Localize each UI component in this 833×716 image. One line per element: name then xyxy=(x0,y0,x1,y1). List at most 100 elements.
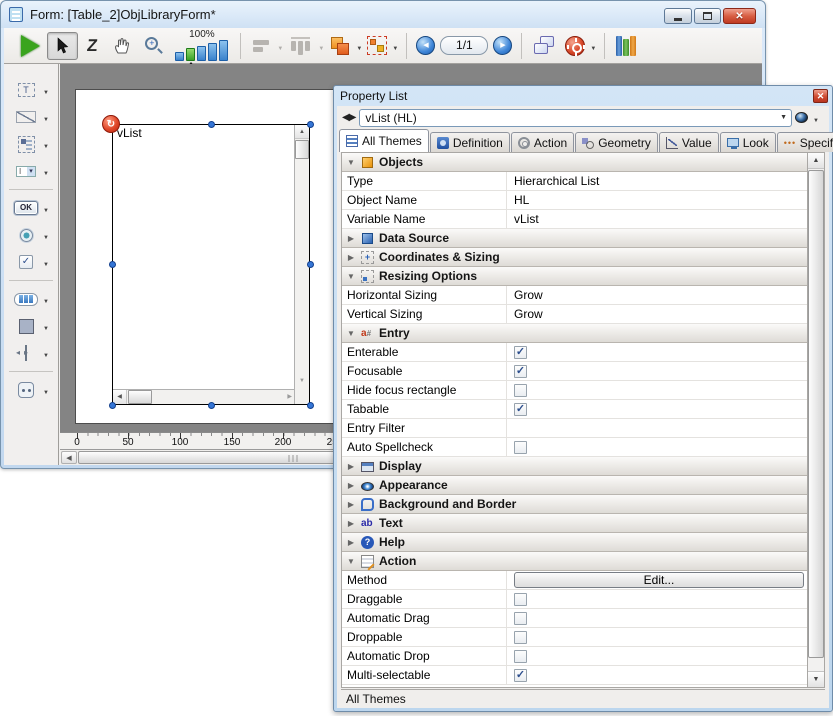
hide-focus-checkbox[interactable] xyxy=(514,384,527,397)
prop-value[interactable] xyxy=(507,419,807,437)
prop-value[interactable]: HL xyxy=(507,191,807,209)
zoom-tool-button[interactable]: + xyxy=(138,32,169,60)
zoom-bar-200[interactable] xyxy=(197,46,206,61)
scroll-thumb[interactable] xyxy=(808,170,824,658)
title-bar[interactable]: Form: [Table_2]ObjLibraryForm* ✕ xyxy=(1,1,765,28)
view-options-button[interactable] xyxy=(792,111,824,125)
selection-handle-mid-left[interactable] xyxy=(109,261,116,268)
tabable-checkbox[interactable]: ✓ xyxy=(514,403,527,416)
group-button[interactable] xyxy=(364,32,390,60)
rectangle-tool-dropdown[interactable] xyxy=(41,319,51,333)
disclosure-triangle[interactable]: ▶ xyxy=(346,519,356,528)
draggable-checkbox[interactable] xyxy=(514,593,527,606)
align-dropdown-arrow[interactable] xyxy=(275,39,285,53)
zoom-level-control[interactable]: 100% xyxy=(175,30,228,61)
disclosure-triangle[interactable]: ▼ xyxy=(346,557,356,566)
radio-tool-dropdown[interactable] xyxy=(41,228,51,242)
property-list-title-bar[interactable]: Property List xyxy=(334,86,832,106)
maximize-button[interactable] xyxy=(694,8,721,24)
section-row-entry[interactable]: ▼Entry xyxy=(342,324,807,343)
minimize-button[interactable] xyxy=(664,8,692,24)
tab-all-themes[interactable]: All Themes xyxy=(339,129,429,152)
disclosure-triangle[interactable]: ▼ xyxy=(346,329,356,338)
move-tool-button[interactable] xyxy=(106,32,138,60)
text-tool-button[interactable]: T xyxy=(8,78,54,102)
zoom-bars[interactable] xyxy=(175,40,228,61)
scroll-left-arrow[interactable]: ◀ xyxy=(113,390,127,404)
level-dropdown-arrow[interactable] xyxy=(354,39,364,53)
combobox-tool-dropdown[interactable] xyxy=(41,164,51,178)
object-selector-combo[interactable]: vList (HL) ▼ xyxy=(359,109,792,127)
zoom-bar-400[interactable] xyxy=(208,43,217,61)
prop-value[interactable]: vList xyxy=(507,210,807,228)
droppable-checkbox[interactable] xyxy=(514,631,527,644)
scroll-left-arrow[interactable]: ◀ xyxy=(61,451,77,464)
distribute-button-disabled[interactable] xyxy=(285,32,316,60)
prop-value[interactable]: Grow xyxy=(507,305,807,323)
section-row-background-border[interactable]: ▶Background and Border xyxy=(342,495,807,514)
listbox-tool-dropdown[interactable] xyxy=(41,137,51,151)
disclosure-triangle[interactable]: ▶ xyxy=(346,500,356,509)
enterable-checkbox[interactable]: ✓ xyxy=(514,346,527,359)
disclosure-triangle[interactable]: ▼ xyxy=(346,272,356,281)
property-list-scrollbar[interactable]: ▲ ▼ xyxy=(807,153,824,687)
page-indicator[interactable]: 1/1 xyxy=(440,36,488,55)
rectangle-tool-button[interactable] xyxy=(8,314,54,338)
disclosure-triangle[interactable]: ▶ xyxy=(346,538,356,547)
splitter-tool-button[interactable] xyxy=(8,341,54,365)
checkbox-tool-dropdown[interactable] xyxy=(41,255,51,269)
next-page-button[interactable]: ▶ xyxy=(493,36,512,55)
prop-value[interactable]: Grow xyxy=(507,286,807,304)
tab-definition[interactable]: Definition xyxy=(430,132,510,152)
disclosure-triangle[interactable]: ▶ xyxy=(346,481,356,490)
tab-geometry[interactable]: Geometry xyxy=(575,132,658,152)
previous-page-button[interactable]: ◀ xyxy=(416,36,435,55)
view-options-dropdown[interactable] xyxy=(811,111,821,125)
disclosure-triangle[interactable]: ▼ xyxy=(346,158,356,167)
distribute-dropdown-arrow[interactable] xyxy=(316,39,326,53)
selection-handle-bottom-right[interactable] xyxy=(307,402,314,409)
level-button[interactable] xyxy=(326,32,354,60)
radio-tool-button[interactable] xyxy=(8,223,54,247)
edit-method-button[interactable]: Edit... xyxy=(514,572,804,588)
previous-object-arrow[interactable]: ◀▶ xyxy=(342,112,355,123)
scroll-up-arrow[interactable]: ▲ xyxy=(808,153,824,169)
prop-value[interactable]: Hierarchical List xyxy=(507,172,807,190)
buttonbar-tool-dropdown[interactable] xyxy=(41,292,51,306)
views-button[interactable] xyxy=(528,32,562,60)
line-tool-button[interactable] xyxy=(8,105,54,129)
disclosure-triangle[interactable]: ▶ xyxy=(346,253,356,262)
automatic-drop-checkbox[interactable] xyxy=(514,650,527,663)
selection-handle-top-right[interactable] xyxy=(307,121,314,128)
scroll-thumb[interactable] xyxy=(128,390,152,404)
selection-handle-mid-right[interactable] xyxy=(307,261,314,268)
scroll-thumb[interactable] xyxy=(295,140,309,159)
plugin-tool-button[interactable] xyxy=(8,378,54,402)
section-row-display[interactable]: ▶Display xyxy=(342,457,807,476)
multi-selectable-checkbox[interactable]: ✓ xyxy=(514,669,527,682)
entry-order-tool-button[interactable]: Z xyxy=(78,32,106,60)
group-dropdown-arrow[interactable] xyxy=(390,39,400,53)
form-properties-dropdown-arrow[interactable] xyxy=(588,39,598,53)
close-button[interactable]: ✕ xyxy=(723,8,756,24)
line-tool-dropdown[interactable] xyxy=(41,110,51,124)
section-row-resizing[interactable]: ▼Resizing Options xyxy=(342,267,807,286)
focusable-checkbox[interactable]: ✓ xyxy=(514,365,527,378)
section-row-appearance[interactable]: ▶Appearance xyxy=(342,476,807,495)
zoom-bar-100-selected[interactable] xyxy=(186,48,195,61)
combobox-tool-button[interactable]: I xyxy=(8,159,54,183)
section-row-objects[interactable]: ▼Objects xyxy=(342,153,807,172)
combo-dropdown-arrow[interactable]: ▼ xyxy=(780,110,787,126)
button-tool-dropdown[interactable] xyxy=(41,201,51,215)
object-method-badge[interactable]: ↻ xyxy=(102,115,120,133)
scroll-up-arrow[interactable]: ▲ xyxy=(295,125,309,139)
disclosure-triangle[interactable]: ▶ xyxy=(346,234,356,243)
selection-tool-button[interactable] xyxy=(47,32,78,60)
scroll-down-arrow[interactable]: ▼ xyxy=(808,671,824,687)
listbox-tool-button[interactable] xyxy=(8,132,54,156)
align-button-disabled[interactable] xyxy=(247,32,275,60)
execute-form-button[interactable] xyxy=(14,32,47,60)
object-library-button[interactable] xyxy=(611,32,641,60)
automatic-drag-checkbox[interactable] xyxy=(514,612,527,625)
section-row-help[interactable]: ▶Help xyxy=(342,533,807,552)
